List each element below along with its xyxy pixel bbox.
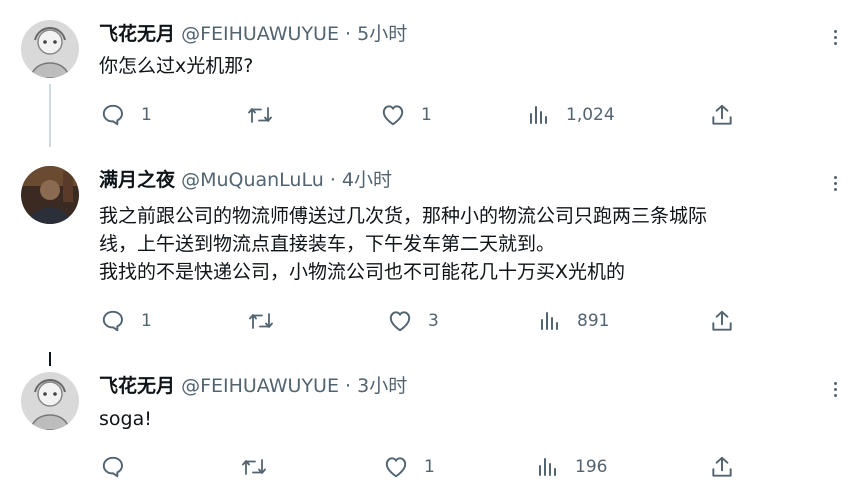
like-icon: [385, 457, 407, 478]
retweet-button[interactable]: [240, 452, 283, 482]
like-button[interactable]: 1: [383, 452, 435, 482]
tweet-text-line: 我找的不是快递公司，小物流公司也不可能花几十万买X光机的: [99, 261, 626, 283]
separator-dot: ·: [345, 23, 352, 45]
share-icon: [712, 310, 732, 331]
more-icon[interactable]: [834, 176, 838, 194]
reply-icon: [102, 310, 123, 332]
tweet-text: 你怎么过x光机那?: [99, 53, 253, 79]
retweet-button[interactable]: [246, 100, 289, 130]
tweet-header: 飞花无月 @FEIHUAWUYUE · 3小时: [99, 372, 407, 400]
share-icon: [712, 456, 732, 477]
views-icon: [530, 106, 547, 124]
separator-dot: ·: [345, 375, 352, 397]
like-count: 1: [421, 105, 432, 125]
views-button[interactable]: 196: [536, 452, 607, 482]
views-button[interactable]: 1,024: [527, 100, 615, 130]
more-icon[interactable]: [834, 30, 838, 48]
tweet[interactable]: 飞花无月 @FEIHUAWUYUE · 3小时 soga! 1 196: [0, 372, 852, 482]
tweet-text: soga!: [99, 406, 152, 432]
tweet-text: 我之前跟公司的物流师傅送过几次货，那种小的物流公司只跑两三条城际 线，上午送到物…: [99, 202, 707, 286]
share-button[interactable]: [709, 100, 735, 130]
like-button[interactable]: 1: [380, 100, 432, 130]
reply-button[interactable]: [100, 452, 141, 482]
share-icon: [712, 104, 732, 125]
more-icon[interactable]: [834, 382, 838, 400]
tweet-text-line: 我之前跟公司的物流师傅送过几次货，那种小的物流公司只跑两三条城际: [99, 205, 708, 227]
tweet-header: 飞花无月 @FEIHUAWUYUE · 5小时: [99, 20, 407, 48]
retweet-icon: [248, 107, 272, 123]
thread-line: [49, 352, 51, 366]
user-handle[interactable]: @FEIHUAWUYUE: [181, 23, 339, 45]
display-name[interactable]: 飞花无月: [99, 23, 175, 45]
separator-dot: ·: [329, 169, 336, 191]
tweet[interactable]: 飞花无月 @FEIHUAWUYUE · 5小时 你怎么过x光机那? 1 1 1,…: [0, 20, 852, 140]
action-bar: 1 196: [0, 452, 852, 482]
retweet-icon: [249, 313, 273, 329]
views-count: 196: [575, 457, 608, 477]
display-name[interactable]: 飞花无月: [99, 375, 175, 397]
reply-button[interactable]: 1: [100, 306, 152, 336]
reply-count: 1: [141, 311, 152, 331]
views-icon: [541, 312, 558, 330]
reply-icon: [102, 456, 123, 478]
retweet-icon: [242, 459, 266, 475]
reply-icon: [102, 104, 123, 126]
display-name[interactable]: 满月之夜: [99, 169, 175, 191]
timestamp[interactable]: 4小时: [342, 169, 392, 191]
views-count: 891: [577, 311, 610, 331]
action-bar: 1 3 891: [0, 306, 852, 336]
avatar[interactable]: [21, 20, 79, 78]
user-handle[interactable]: @FEIHUAWUYUE: [181, 375, 339, 397]
avatar[interactable]: [21, 166, 79, 224]
share-button[interactable]: [709, 306, 735, 336]
views-count: 1,024: [566, 105, 615, 125]
views-icon: [539, 458, 556, 476]
timestamp[interactable]: 5小时: [357, 23, 407, 45]
tweet-text-line: soga!: [99, 408, 152, 430]
tweet-header: 满月之夜 @MuQuanLuLu · 4小时: [99, 166, 392, 194]
like-button[interactable]: 3: [387, 306, 439, 336]
like-count: 3: [428, 311, 439, 331]
like-icon: [389, 311, 411, 332]
views-button[interactable]: 891: [538, 306, 609, 336]
avatar[interactable]: [21, 372, 79, 430]
share-button[interactable]: [709, 452, 735, 482]
tweet[interactable]: 满月之夜 @MuQuanLuLu · 4小时 我之前跟公司的物流师傅送过几次货，…: [0, 166, 852, 346]
tweet-text-line: 你怎么过x光机那?: [99, 55, 254, 77]
like-icon: [382, 105, 404, 126]
tweet-text-line: 线，上午送到物流点直接装车，下午发车第二天就到。: [99, 233, 556, 255]
action-bar: 1 1 1,024: [0, 100, 852, 130]
timestamp[interactable]: 3小时: [357, 375, 407, 397]
reply-count: 1: [141, 105, 152, 125]
like-count: 1: [424, 457, 435, 477]
user-handle[interactable]: @MuQuanLuLu: [181, 169, 324, 191]
reply-button[interactable]: 1: [100, 100, 152, 130]
retweet-button[interactable]: [247, 306, 290, 336]
